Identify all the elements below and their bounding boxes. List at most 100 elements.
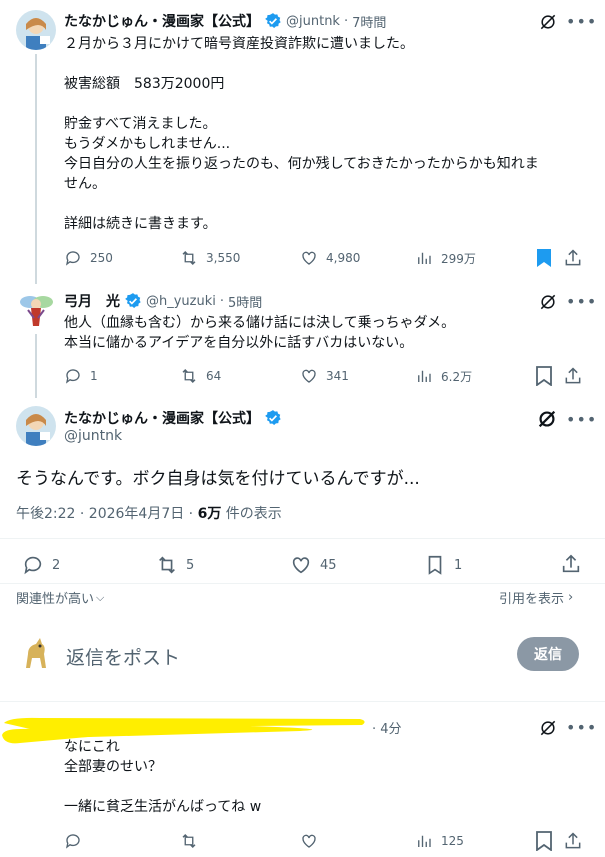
tweet-line: もうダメかもしれません... [64, 136, 231, 152]
post-time[interactable]: 7時間 [352, 12, 386, 31]
tweet-header: たなかじゅん・漫画家【公式】 [64, 408, 282, 428]
reply-input[interactable]: 返信をポスト [66, 643, 180, 670]
views-count: 6.2万 [441, 369, 473, 384]
like-count: 341 [326, 369, 349, 383]
reply-button[interactable] [64, 832, 82, 850]
like-count: 4,980 [326, 251, 361, 265]
reply-submit-button[interactable]: 返信 [517, 637, 579, 671]
author-handle[interactable]: @juntnk [286, 14, 340, 29]
main-tweet-text: そうなんです。ボク自身は気を付けているんですが... [16, 469, 420, 489]
reply-count: 2 [52, 557, 61, 573]
reply-icon [65, 369, 80, 384]
reply-button[interactable]: 250 [64, 249, 113, 267]
views-count: 299万 [441, 251, 476, 266]
share-icon[interactable] [563, 366, 583, 390]
more-icon[interactable]: ••• [566, 12, 597, 31]
author-name[interactable]: たなかじゅん・漫画家【公式】 [64, 408, 260, 428]
thread-line [35, 54, 37, 284]
chevron-down-icon: ⌵ [96, 590, 105, 604]
tweet-header: 弓月 光 @h_yuzuki · 5時間 [64, 291, 262, 311]
tweet-line: ２月から３月にかけて暗号資産投資詐欺に遭いました。 [64, 36, 414, 52]
bookmark-count: 1 [454, 557, 463, 573]
tweet-line: なにこれ [64, 739, 120, 755]
sort-relevance-dropdown[interactable]: 関連性が高い ⌵ [16, 588, 105, 608]
view-count: 6万 [197, 506, 222, 522]
repost-button[interactable]: 64 [180, 367, 221, 385]
bookmark-icon[interactable] [535, 831, 553, 855]
share-icon[interactable] [563, 248, 583, 272]
bookmark-icon[interactable] [535, 366, 553, 390]
post-time[interactable]: · 4分 [372, 718, 402, 737]
more-icon[interactable]: ••• [566, 718, 597, 737]
tweet-body: ２月から３月にかけて暗号資産投資詐欺に遭いました。 被害総額 583万2000円… [64, 34, 539, 234]
tweet-line [64, 777, 261, 797]
repost-button[interactable] [180, 832, 198, 850]
more-icon[interactable]: ••• [566, 410, 597, 429]
divider [0, 701, 605, 702]
share-icon[interactable] [560, 553, 582, 579]
repost-button[interactable]: 5 [156, 554, 194, 576]
analytics-icon [418, 252, 431, 264]
view-quotes-link[interactable]: 引用を表示 › [499, 588, 573, 607]
like-button[interactable]: 341 [300, 367, 349, 385]
heart-icon [302, 251, 316, 265]
author-name[interactable]: 弓月 光 [64, 291, 120, 311]
reply-count: 250 [90, 251, 113, 265]
author-name[interactable]: たなかじゅん・漫画家【公式】 [64, 11, 260, 31]
dot-separator: · [343, 13, 349, 29]
like-button[interactable]: 45 [290, 554, 337, 576]
reply-count: 1 [90, 369, 98, 383]
divider [0, 583, 605, 584]
repost-icon [159, 556, 175, 574]
quote-label: 引用を表示 [499, 592, 565, 607]
avatar[interactable] [16, 406, 56, 446]
thread-line [35, 334, 37, 398]
tweet-line: 一緒に貧乏生活がんばってね w [64, 799, 262, 815]
grok-icon[interactable] [538, 292, 558, 316]
timestamp-text[interactable]: 午後2:22 · 2026年4月7日 · [16, 506, 198, 522]
avatar[interactable] [16, 10, 56, 50]
tweet-line: 他人（血縁も含む）から来る儲け話には決して乗っちゃダメ。 [64, 315, 456, 331]
avatar[interactable] [16, 290, 56, 330]
repost-count: 5 [186, 557, 195, 573]
grok-icon[interactable] [538, 718, 558, 742]
tweet-line [64, 54, 539, 74]
verified-badge-icon [124, 292, 142, 310]
views-button[interactable]: 6.2万 [415, 367, 472, 385]
repost-button[interactable]: 3,550 [180, 249, 240, 267]
author-handle[interactable]: @h_yuzuki [146, 294, 216, 309]
heart-icon [302, 834, 316, 848]
bookmark-icon[interactable] [535, 248, 553, 272]
avatar [16, 634, 56, 674]
views-count: 125 [441, 834, 464, 848]
grok-icon[interactable] [536, 408, 558, 434]
like-button[interactable] [300, 832, 318, 850]
bookmark-icon [428, 555, 442, 575]
like-button[interactable]: 4,980 [300, 249, 360, 267]
bookmark-button[interactable]: 1 [424, 554, 462, 576]
views-button[interactable]: 125 [415, 832, 464, 850]
grok-icon[interactable] [538, 12, 558, 36]
tweet-body: 他人（血縁も含む）から来る儲け話には決して乗っちゃダメ。 本当に儲かるアイデアを… [64, 313, 455, 353]
reply-icon [65, 834, 80, 849]
more-icon[interactable]: ••• [566, 292, 597, 311]
tweet-header: たなかじゅん・漫画家【公式】 @juntnk · 7時間 [64, 11, 386, 31]
tweet-line: 被害総額 583万2000円 [64, 76, 225, 92]
reply-button[interactable]: 1 [64, 367, 98, 385]
chevron-right-icon: › [568, 590, 574, 605]
author-handle[interactable]: @juntnk [64, 428, 122, 444]
divider [0, 538, 605, 539]
repost-count: 64 [206, 369, 222, 383]
tweet-line: 詳細は続きに書きます。 [64, 216, 217, 232]
heart-icon [292, 557, 310, 574]
views-button[interactable]: 299万 [415, 249, 476, 267]
reply-button[interactable]: 2 [22, 554, 60, 576]
tweet-body: なにこれ 全部妻のせい？ 一緒に貧乏生活がんばってね w [64, 737, 261, 817]
post-timestamp: 午後2:22 · 2026年4月7日 · 6万 件の表示 [16, 503, 282, 523]
sort-label: 関連性が高い [16, 592, 95, 607]
like-count: 45 [320, 557, 337, 573]
view-label: 件の表示 [221, 506, 282, 522]
share-icon[interactable] [563, 831, 583, 855]
post-time[interactable]: 5時間 [228, 292, 262, 311]
analytics-icon [418, 370, 431, 382]
